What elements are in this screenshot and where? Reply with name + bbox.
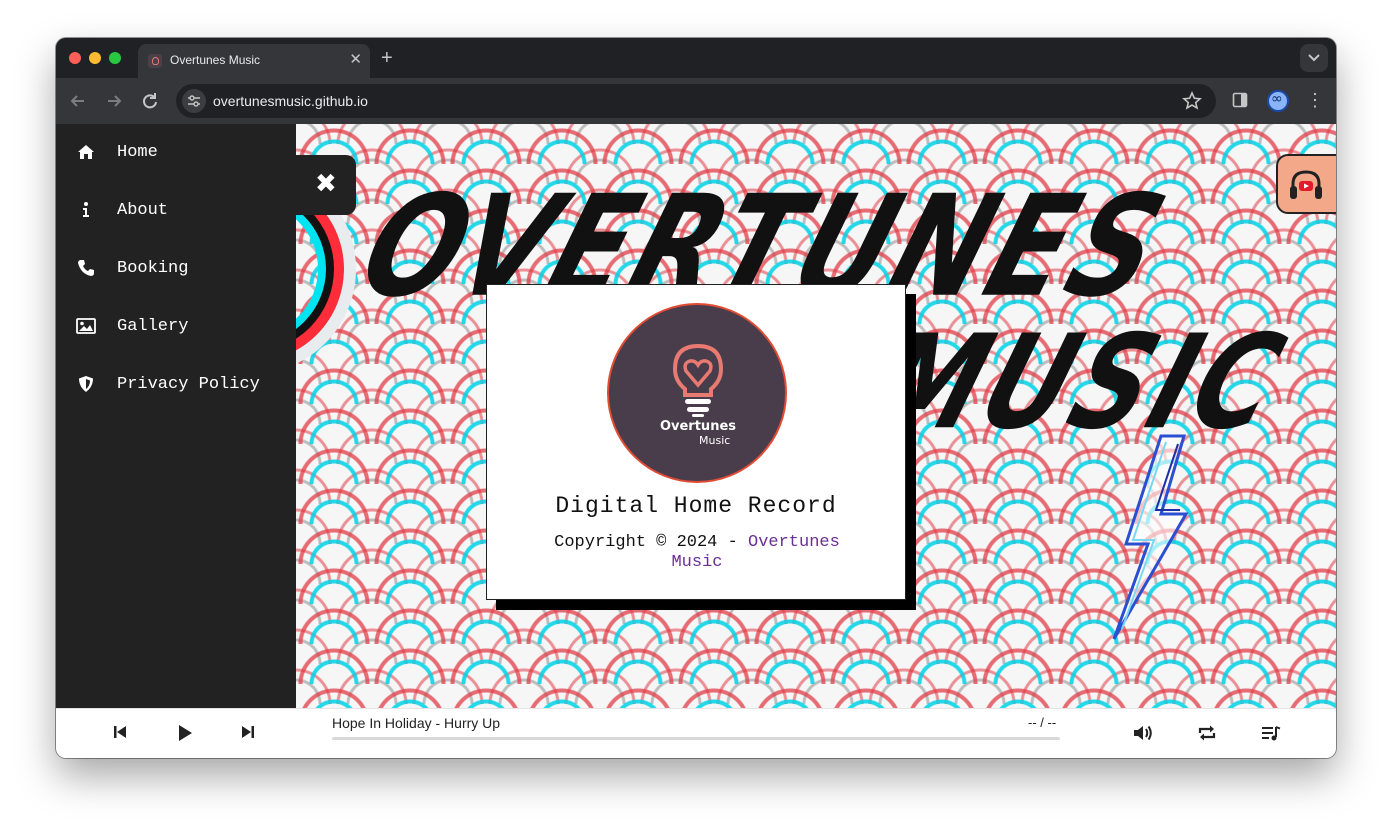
sidebar-item-label: Home (117, 143, 158, 162)
sidebar-item-home[interactable]: Home (56, 133, 296, 173)
next-track-icon[interactable] (240, 724, 256, 740)
logo-title-line2: MUSIC (856, 306, 1304, 459)
logo-brand-name: Overtunes (659, 419, 737, 434)
forward-arrow-icon[interactable] (103, 90, 125, 112)
side-panel-icon[interactable] (1232, 92, 1248, 108)
browser-tab[interactable]: Overtunes Music ✕ (138, 44, 370, 78)
sidebar-item-label: Gallery (117, 317, 189, 336)
profile-avatar[interactable] (1267, 90, 1289, 112)
card-title: Digital Home Record (555, 493, 837, 519)
sidebar-item-about[interactable]: About (56, 191, 296, 231)
home-icon (78, 145, 94, 159)
logo-brand-subtitle: Music (699, 434, 731, 447)
sidebar-item-privacy-policy[interactable]: Privacy Policy (56, 365, 296, 405)
sidebar-item-label: Privacy Policy (117, 375, 260, 394)
play-icon[interactable] (176, 724, 194, 742)
sidebar-nav: Home About Booking Gallery Privacy Polic… (56, 124, 296, 708)
close-icon: ✖ (315, 169, 337, 199)
track-title: Hope In Holiday - Hurry Up (332, 715, 501, 731)
sidebar-item-label: Booking (117, 259, 189, 278)
repeat-icon[interactable] (1197, 724, 1217, 742)
volume-icon[interactable] (1133, 724, 1153, 742)
sidebar-item-label: About (117, 201, 169, 220)
shield-icon (79, 376, 93, 392)
window-close-button[interactable] (69, 52, 81, 64)
window-minimize-button[interactable] (89, 52, 101, 64)
info-icon (83, 202, 89, 217)
tune-icon (188, 95, 200, 107)
reload-icon[interactable] (139, 90, 161, 112)
youtube-music-button[interactable] (1276, 154, 1336, 214)
previous-track-icon[interactable] (112, 724, 128, 740)
tab-title: Overtunes Music (170, 53, 261, 67)
close-menu-button[interactable]: ✖ (296, 155, 356, 215)
tab-search-button[interactable] (1300, 44, 1328, 72)
address-bar[interactable]: overtunesmusic.github.io (176, 84, 1216, 118)
brand-logo: Overtunes Music (607, 303, 787, 483)
copyright-text: Copyright © 2024 - Overtunes Music (527, 533, 867, 573)
copyright-label: Copyright © 2024 - (554, 533, 748, 552)
track-time: -- / -- (1028, 715, 1057, 730)
image-icon (76, 318, 96, 334)
lightbulb-heart-icon (672, 343, 724, 417)
browser-menu-button[interactable]: ⋮ (1306, 90, 1324, 110)
browser-window: Overtunes Music ✕ + overtunesmusic.githu… (56, 38, 1336, 758)
web-page: Home About Booking Gallery Privacy Polic… (56, 124, 1336, 758)
bookmark-star-icon[interactable] (1182, 91, 1202, 111)
browser-toolbar: overtunesmusic.github.io ⋮ (56, 78, 1336, 124)
headphones-icon (1290, 170, 1322, 199)
audio-player-bar: Hope In Holiday - Hurry Up -- / -- (56, 708, 1336, 758)
phone-icon (78, 260, 94, 276)
lightning-bolt-graphic (1112, 434, 1189, 640)
sidebar-item-gallery[interactable]: Gallery (56, 307, 296, 347)
new-tab-button[interactable]: + (381, 46, 393, 70)
chevron-down-icon (1308, 54, 1320, 62)
tab-close-button[interactable]: ✕ (349, 51, 362, 69)
progress-bar[interactable] (332, 737, 1060, 740)
back-arrow-icon[interactable] (67, 90, 89, 112)
sidebar-item-booking[interactable]: Booking (56, 249, 296, 289)
tab-strip: Overtunes Music ✕ + (56, 38, 1336, 78)
site-info-button[interactable] (182, 89, 206, 113)
url-text: overtunesmusic.github.io (213, 93, 368, 109)
window-maximize-button[interactable] (109, 52, 121, 64)
info-card: Overtunes Music Digital Home Record Copy… (486, 284, 906, 600)
playlist-icon[interactable] (1261, 724, 1281, 742)
favicon-icon (148, 54, 162, 68)
